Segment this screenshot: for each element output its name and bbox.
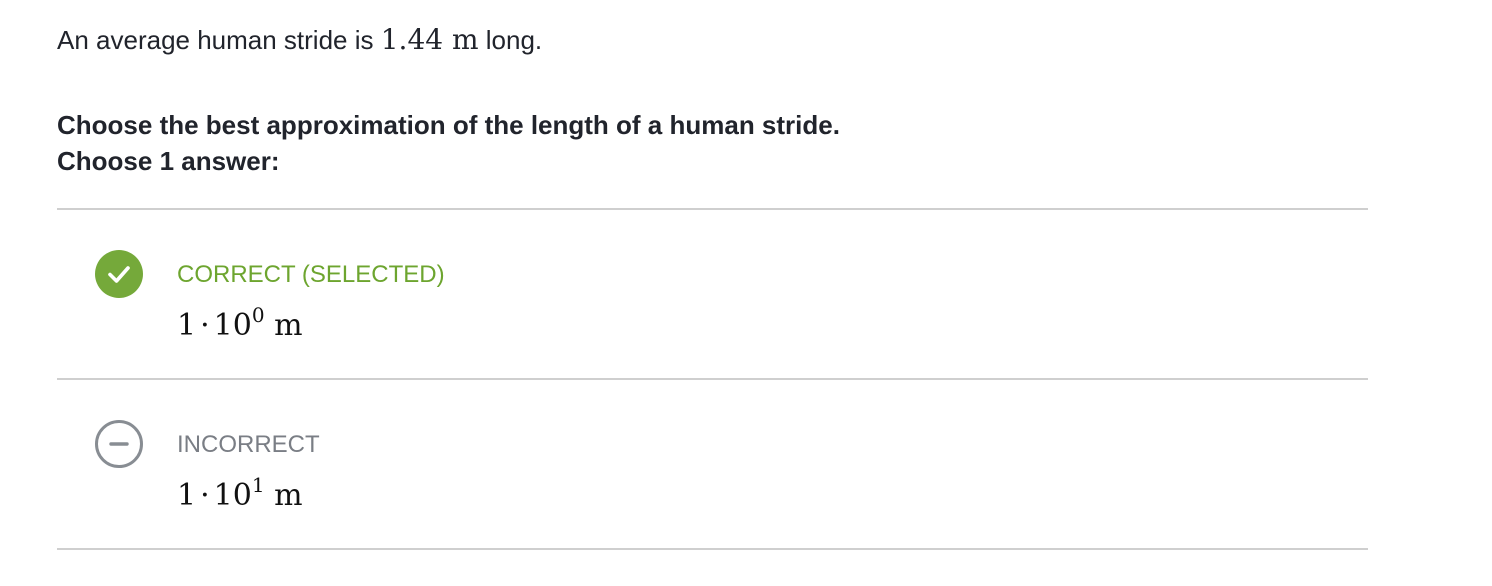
answer-operator: · [200, 308, 210, 343]
answer-unit: m [274, 478, 303, 513]
intro-text-after: long. [478, 25, 543, 55]
answer-base: 10 [213, 478, 252, 513]
choice-divider [57, 548, 1368, 550]
choice-b[interactable]: INCORRECT 1 · 101 m [57, 380, 1368, 548]
question-prompt: Choose the best approximation of the len… [57, 110, 840, 140]
answer-exponent: 0 [251, 303, 265, 327]
minus-circle-icon [95, 420, 143, 468]
answer-coefficient: 1 [177, 478, 197, 513]
stride-length-value: 1.44 m [381, 23, 479, 56]
stride-value: 1.44 [380, 23, 444, 56]
question-intro: An average human stride is 1.44 m long. [57, 22, 542, 58]
answer-exponent: 1 [251, 473, 265, 497]
answer-unit: m [274, 308, 303, 343]
choice-a[interactable]: CORRECT (SELECTED) 1 · 100 m [57, 210, 1368, 378]
answer-base: 10 [213, 308, 252, 343]
choice-status-incorrect: INCORRECT [177, 431, 320, 458]
choice-status-correct: CORRECT (SELECTED) [177, 261, 445, 288]
choose-count-label: Choose 1 answer: [57, 146, 280, 176]
choice-answer: 1 · 100 m [177, 303, 303, 346]
stride-unit: m [451, 23, 479, 56]
intro-text-before: An average human stride is [57, 25, 381, 55]
answer-coefficient: 1 [177, 308, 197, 343]
answer-operator: · [200, 478, 210, 513]
choice-answer: 1 · 101 m [177, 473, 303, 516]
check-icon [95, 250, 143, 298]
